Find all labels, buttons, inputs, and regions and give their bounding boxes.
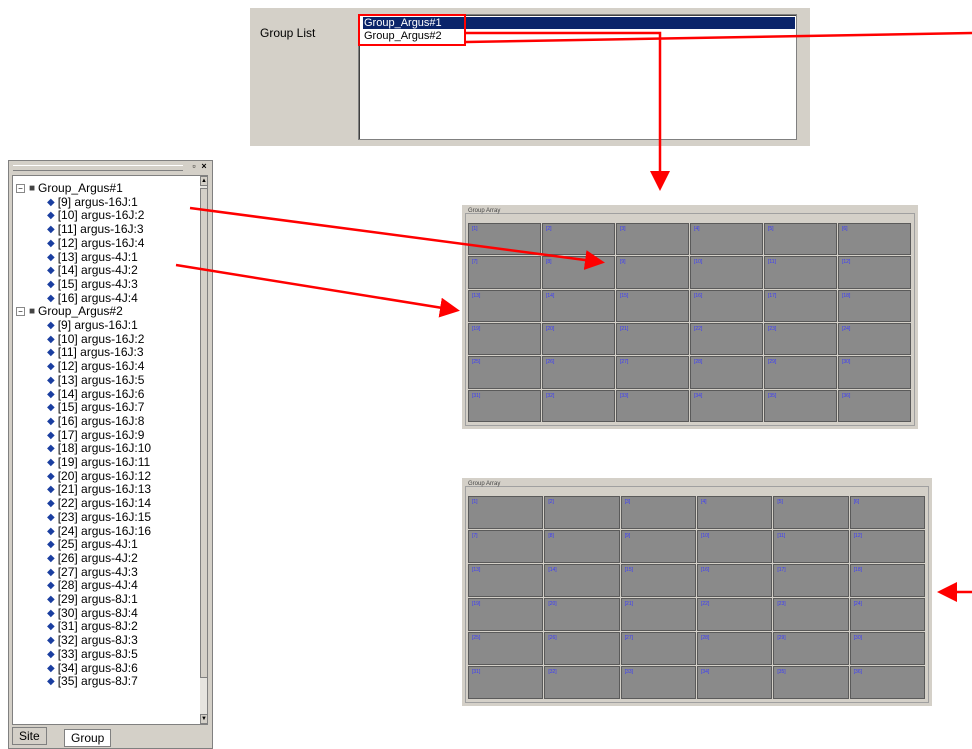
arrow-list-to-grid1 [466,31,670,191]
arrow-ch9-to-cell [189,206,605,270]
annotation-arrows [175,31,972,602]
arrow-ch13-to-cell [175,263,460,318]
arrow-list-right [465,31,972,44]
